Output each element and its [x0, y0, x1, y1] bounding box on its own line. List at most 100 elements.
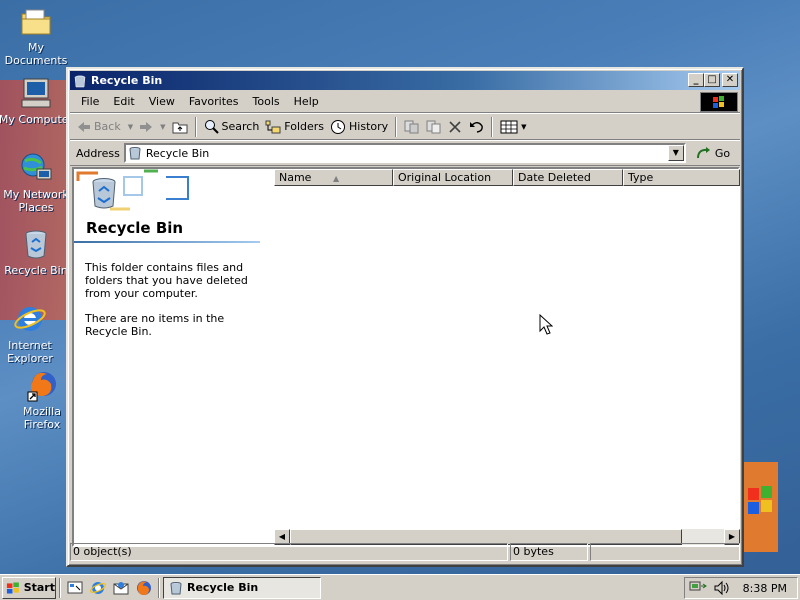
address-dropdown-button[interactable]: ▼ [667, 145, 684, 161]
desktop-icon-my-documents[interactable]: My Documents [0, 4, 74, 67]
taskbar-button-label: Recycle Bin [187, 581, 259, 594]
sort-ascending-icon: ▲ [332, 174, 340, 183]
taskbar: Start Recycle Bin 8:38 PM [0, 574, 800, 600]
windows-flag-icon [6, 581, 19, 594]
search-button[interactable]: Search [201, 116, 263, 138]
status-size: 0 bytes [510, 543, 588, 561]
window-title-bar[interactable]: Recycle Bin _ □ ✕ [70, 71, 740, 90]
recycle-bin-window: Recycle Bin _ □ ✕ File Edit View Favorit… [66, 67, 744, 567]
desktop-icon-internet-explorer[interactable]: Internet Explorer [0, 302, 68, 365]
internet-explorer-icon[interactable] [90, 580, 106, 596]
back-label: Back [94, 120, 121, 133]
desktop-icon-label: My Network Places [3, 188, 69, 214]
desktop-icon-my-computer[interactable]: My Computer [0, 76, 74, 126]
recycle-bin-icon [25, 230, 47, 259]
minimize-button[interactable]: _ [688, 73, 704, 87]
quick-launch [64, 580, 155, 596]
desktop-icon-label: My Documents [4, 41, 68, 67]
internet-explorer-icon [14, 307, 46, 331]
taskbar-separator [59, 577, 61, 598]
recycle-bin-icon [129, 147, 141, 160]
pane-title-rule [74, 241, 260, 243]
menu-bar: File Edit View Favorites Tools Help [70, 91, 740, 113]
chevron-down-icon: ▼ [160, 122, 166, 131]
history-icon [331, 119, 346, 134]
show-desktop-icon[interactable] [67, 580, 83, 596]
copy-to-button[interactable] [423, 116, 445, 138]
windows-throbber [700, 92, 738, 112]
firefox-icon[interactable] [136, 580, 152, 596]
menu-favorites[interactable]: Favorites [182, 95, 246, 108]
pane-empty-message: There are no items in the Recycle Bin. [85, 312, 225, 338]
column-header-name[interactable]: Name ▲ [274, 169, 393, 186]
outlook-express-icon[interactable] [113, 580, 129, 596]
column-headers: Name ▲ Original Location Date Deleted Ty… [274, 169, 740, 186]
maximize-button[interactable]: □ [704, 73, 720, 87]
standard-toolbar: Back ▼ ▼ Search Folders History ▼ [70, 114, 740, 140]
search-icon [204, 120, 219, 134]
menu-help[interactable]: Help [287, 95, 326, 108]
desktop-icon-recycle-bin[interactable]: Recycle Bin [0, 227, 74, 277]
chevron-down-icon: ▼ [127, 122, 134, 131]
taskbar-separator [158, 577, 160, 598]
forward-arrow-icon [140, 121, 153, 132]
recycle-bin-icon [74, 75, 86, 87]
start-label: Start [23, 581, 55, 594]
web-view-pane: Recycle Bin This folder contains files a… [74, 169, 260, 545]
mouse-cursor-icon [539, 314, 553, 335]
address-input[interactable]: Recycle Bin ▼ [123, 143, 686, 163]
menu-edit[interactable]: Edit [106, 95, 141, 108]
move-to-button[interactable] [401, 116, 423, 138]
undo-icon [470, 121, 484, 133]
column-header-date-deleted[interactable]: Date Deleted [513, 169, 623, 186]
status-object-count: 0 object(s) [70, 543, 508, 561]
desktop-icon-my-network-places[interactable]: My Network Places [0, 151, 74, 214]
wallpaper-windows-logo [742, 462, 778, 552]
header-decoration [76, 169, 189, 211]
start-button[interactable]: Start [2, 576, 56, 599]
folders-label: Folders [284, 120, 325, 133]
folders-icon [265, 120, 281, 133]
network-connection-icon[interactable] [689, 580, 707, 596]
system-tray: 8:38 PM [684, 577, 798, 599]
taskbar-button-recycle-bin[interactable]: Recycle Bin [163, 576, 321, 599]
move-to-icon [404, 120, 419, 133]
chevron-down-icon: ▼ [521, 122, 527, 131]
menu-view[interactable]: View [142, 95, 182, 108]
up-folder-icon [172, 122, 187, 133]
go-label: Go [714, 146, 731, 160]
forward-button[interactable]: ▼ [136, 116, 168, 138]
volume-speaker-icon[interactable] [713, 580, 729, 596]
close-button[interactable]: ✕ [722, 73, 738, 87]
views-button[interactable]: ▼ [497, 116, 529, 138]
menu-tools[interactable]: Tools [246, 95, 287, 108]
undo-button[interactable] [465, 116, 487, 138]
desktop-icon-label: Recycle Bin [4, 264, 68, 277]
folder-icon [21, 9, 51, 35]
copy-to-icon [426, 120, 441, 133]
desktop-icon-label: Internet Explorer [7, 339, 53, 365]
pane-title: Recycle Bin [86, 219, 184, 237]
status-zone [590, 543, 740, 561]
menu-file[interactable]: File [74, 95, 106, 108]
file-list-view[interactable]: Name ▲ Original Location Date Deleted Ty… [274, 169, 740, 545]
toolbar-separator [395, 116, 398, 137]
address-value: Recycle Bin [145, 146, 210, 160]
go-button[interactable]: Go [696, 146, 730, 160]
up-folder-button[interactable] [169, 116, 191, 138]
back-arrow-icon [78, 121, 90, 132]
column-header-type[interactable]: Type [623, 169, 740, 186]
search-label: Search [221, 120, 260, 133]
address-label: Address [76, 146, 120, 160]
pane-description: This folder contains files and folders t… [85, 261, 248, 300]
delete-button[interactable] [445, 116, 465, 138]
network-places-icon [21, 153, 52, 180]
column-header-original-location[interactable]: Original Location [393, 169, 513, 186]
window-title: Recycle Bin [91, 74, 163, 87]
status-bar: 0 object(s) 0 bytes [70, 543, 740, 563]
history-button[interactable]: History [327, 116, 391, 138]
delete-x-icon [449, 120, 461, 133]
back-button[interactable]: Back ▼ [74, 116, 136, 138]
folders-button[interactable]: Folders [262, 116, 327, 138]
taskbar-clock[interactable]: 8:38 PM [743, 582, 787, 595]
